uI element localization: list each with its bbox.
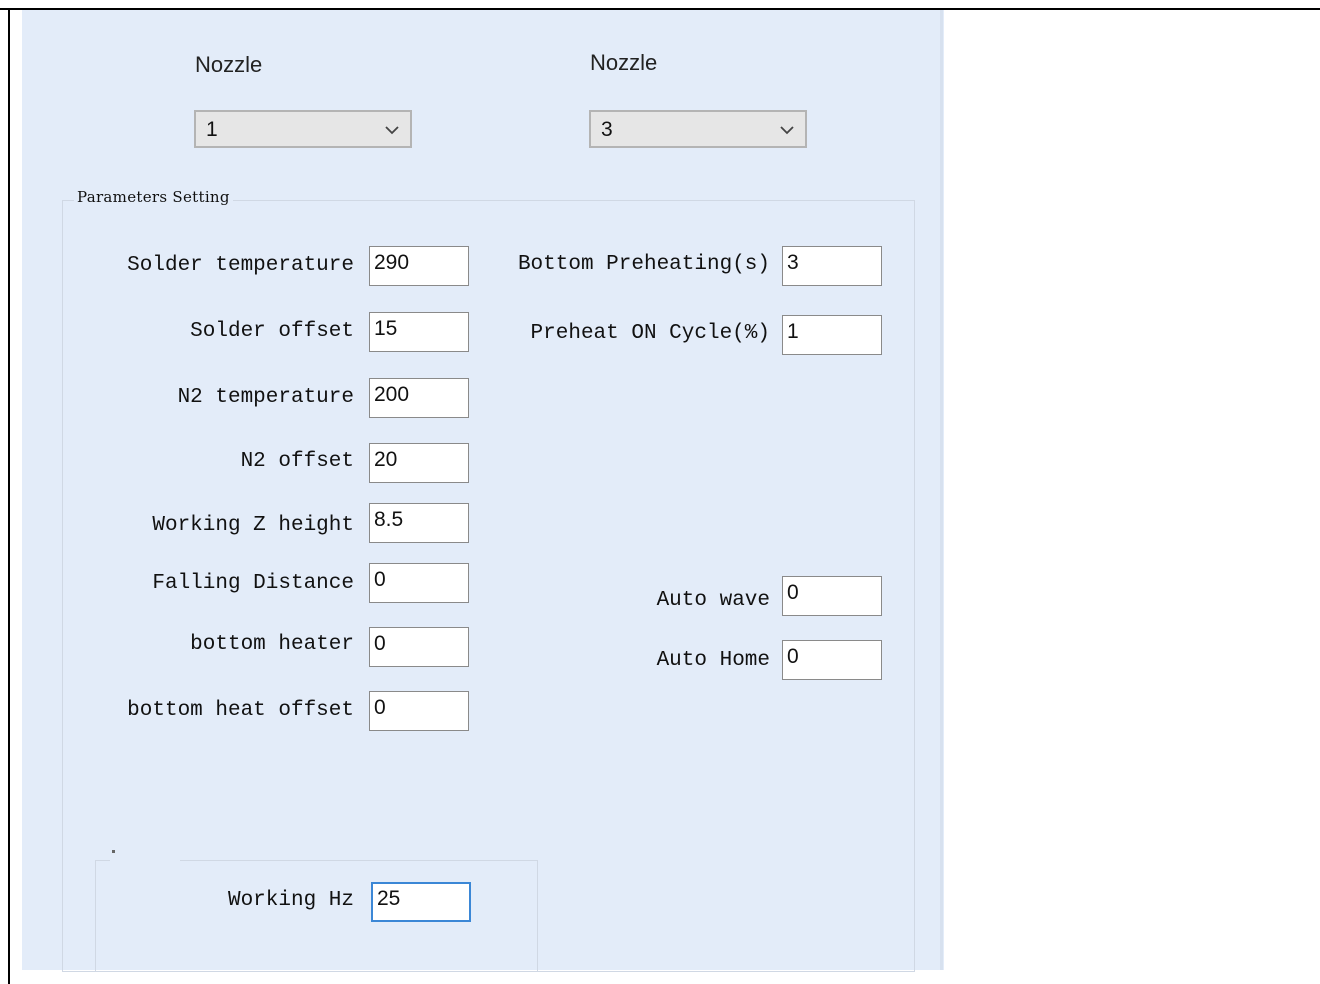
n2-temperature-field[interactable]: [369, 378, 469, 418]
bottom-preheating-field[interactable]: [782, 246, 882, 286]
n2-offset-label: N2 offset: [240, 450, 354, 473]
falling-distance-label: Falling Distance: [152, 572, 354, 595]
preheat-on-cycle-label: Preheat ON Cycle(%): [530, 322, 770, 345]
working-hz-groupbox: [95, 860, 538, 972]
nozzle-1-label: Nozzle: [195, 52, 263, 77]
bottom-preheating-input[interactable]: [783, 247, 881, 285]
solder-temperature-label: Solder temperature: [127, 254, 354, 277]
auto-home-field[interactable]: [782, 640, 882, 680]
working-hz-input[interactable]: [373, 884, 469, 920]
chevron-down-icon: [385, 126, 399, 135]
window-left-border: [8, 8, 10, 984]
working-hz-group-title-gap: [110, 850, 180, 866]
auto-wave-label: Auto wave: [656, 589, 770, 612]
bottom-heater-label: bottom heater: [190, 633, 354, 656]
auto-home-label: Auto Home: [656, 649, 770, 672]
n2-offset-field[interactable]: [369, 443, 469, 483]
bottom-preheating-label: Bottom Preheating(s): [517, 253, 770, 276]
n2-temperature-label: N2 temperature: [177, 386, 354, 409]
auto-wave-field[interactable]: [782, 576, 882, 616]
nozzle-2-value: 3: [601, 118, 613, 141]
chevron-down-icon: [780, 126, 794, 135]
auto-wave-input[interactable]: [783, 577, 881, 615]
working-hz-label: Working Hz: [227, 889, 354, 912]
working-hz-group-title: [112, 850, 115, 853]
bottom-heat-offset-input[interactable]: [370, 692, 468, 730]
bottom-heat-offset-label: bottom heat offset: [127, 699, 354, 722]
falling-distance-input[interactable]: [370, 564, 468, 602]
bottom-heater-input[interactable]: [370, 628, 468, 666]
bottom-heater-field[interactable]: [369, 627, 469, 667]
working-z-height-label: Working Z height: [152, 514, 354, 537]
working-hz-field[interactable]: [371, 882, 471, 922]
solder-offset-label: Solder offset: [190, 320, 354, 343]
nozzle-1-value: 1: [206, 118, 218, 141]
working-z-height-input[interactable]: [370, 504, 468, 542]
nozzle-2-label: Nozzle: [590, 50, 658, 75]
preheat-on-cycle-input[interactable]: [783, 316, 881, 354]
n2-temperature-input[interactable]: [370, 379, 468, 417]
solder-temperature-input[interactable]: [370, 247, 468, 285]
working-z-height-field[interactable]: [369, 503, 469, 543]
panel-right-edge: [940, 10, 943, 970]
auto-home-input[interactable]: [783, 641, 881, 679]
solder-temperature-field[interactable]: [369, 246, 469, 286]
n2-offset-input[interactable]: [370, 444, 468, 482]
nozzle-1-select[interactable]: 1: [194, 110, 412, 148]
solder-offset-field[interactable]: [369, 312, 469, 352]
bottom-heat-offset-field[interactable]: [369, 691, 469, 731]
falling-distance-field[interactable]: [369, 563, 469, 603]
parameters-group-title: Parameters Setting: [74, 188, 233, 206]
nozzle-2-select[interactable]: 3: [589, 110, 807, 148]
preheat-on-cycle-field[interactable]: [782, 315, 882, 355]
solder-offset-input[interactable]: [370, 313, 468, 351]
